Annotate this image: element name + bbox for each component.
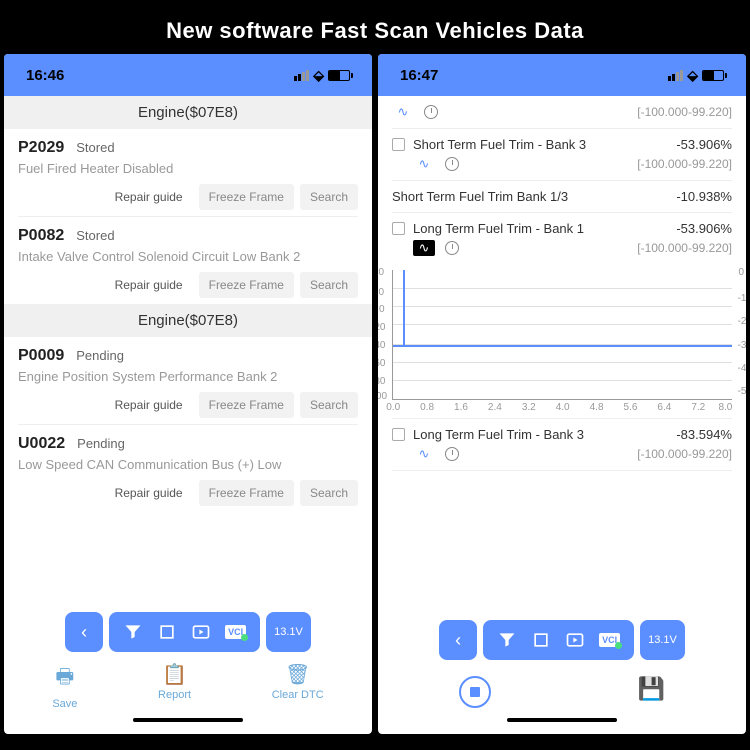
data-range: [-100.000-99.220]: [637, 105, 732, 119]
dtc-status: Stored: [76, 228, 114, 243]
crop-icon[interactable]: [157, 622, 177, 642]
back-button[interactable]: ‹: [439, 620, 477, 660]
param-value: -53.906%: [676, 221, 732, 236]
filter-icon[interactable]: [123, 622, 143, 642]
vci-icon[interactable]: VCI: [599, 633, 620, 647]
save-icon: 🖶: [52, 662, 77, 696]
dtc-item: U0022 Pending Low Speed CAN Communication…: [4, 425, 372, 512]
save-icon[interactable]: 💾: [637, 676, 664, 708]
dtc-desc: Fuel Fired Heater Disabled: [18, 161, 358, 176]
wave-icon[interactable]: ∿: [413, 156, 435, 172]
back-button[interactable]: ‹: [65, 612, 103, 652]
freeze-frame-button[interactable]: Freeze Frame: [199, 392, 294, 418]
checkbox[interactable]: [392, 222, 405, 235]
param-name: Short Term Fuel Trim - Bank 3: [413, 137, 668, 152]
dtc-status: Pending: [76, 348, 124, 363]
status-bar: 16:47 ⬙: [378, 54, 746, 96]
gauge-icon[interactable]: [445, 241, 459, 255]
wifi-icon: ⬙: [687, 67, 698, 84]
dtc-item: P0082 Stored Intake Valve Control Solenoi…: [4, 217, 372, 304]
signal-icon: [294, 70, 309, 81]
repair-guide-button[interactable]: Repair guide: [105, 480, 193, 506]
param-value: -83.594%: [676, 427, 732, 442]
param-value: -10.938%: [676, 189, 732, 204]
data-range: [-100.000-99.220]: [637, 241, 732, 255]
time: 16:47: [400, 67, 438, 84]
freeze-frame-button[interactable]: Freeze Frame: [199, 184, 294, 210]
param-name: Long Term Fuel Trim - Bank 3: [413, 427, 668, 442]
wave-icon[interactable]: ∿: [413, 240, 435, 256]
gauge-icon[interactable]: [445, 157, 459, 171]
phone-left: 16:46 ⬙ Engine($07E8) P2029 Stored Fuel F…: [4, 54, 372, 734]
data-row: Long Term Fuel Trim - Bank 1 -53.906% ∿ …: [378, 213, 746, 264]
filter-icon[interactable]: [497, 630, 517, 650]
time: 16:46: [26, 67, 64, 84]
wave-icon[interactable]: ∿: [392, 104, 414, 120]
dtc-desc: Engine Position System Performance Bank …: [18, 369, 358, 384]
param-name: Long Term Fuel Trim - Bank 1: [413, 221, 668, 236]
section-header: Engine($07E8): [4, 304, 372, 337]
nav-clear[interactable]: 🗑Clear DTC: [272, 662, 324, 710]
repair-guide-button[interactable]: Repair guide: [105, 272, 193, 298]
phone-right: 16:47 ⬙ ∿ [-100.000-99.220] Short Term F…: [378, 54, 746, 734]
gauge-icon[interactable]: [424, 105, 438, 119]
dtc-code: P0009: [18, 347, 64, 365]
dtc-status: Stored: [76, 140, 114, 155]
dtc-code: P0082: [18, 227, 64, 245]
search-button[interactable]: Search: [300, 272, 358, 298]
stop-record-button[interactable]: [459, 676, 491, 708]
voltage-badge: 13.1V: [266, 612, 311, 652]
data-row: Short Term Fuel Trim Bank 1/3 -10.938%: [378, 181, 746, 212]
chart: 40 20 0 -20 -40 -60 -80 -100 0 -10 -20 -…: [392, 270, 732, 400]
nav-save[interactable]: 🖶Save: [52, 662, 77, 710]
search-button[interactable]: Search: [300, 392, 358, 418]
battery-icon: [328, 70, 350, 81]
param-value: -53.906%: [676, 137, 732, 152]
repair-guide-button[interactable]: Repair guide: [105, 392, 193, 418]
crop-icon[interactable]: [531, 630, 551, 650]
home-indicator[interactable]: [507, 718, 617, 722]
voltage-badge: 13.1V: [640, 620, 685, 660]
freeze-frame-button[interactable]: Freeze Frame: [199, 272, 294, 298]
search-button[interactable]: Search: [300, 480, 358, 506]
checkbox[interactable]: [392, 428, 405, 441]
checkbox[interactable]: [392, 138, 405, 151]
dtc-status: Pending: [77, 436, 125, 451]
gauge-icon[interactable]: [445, 447, 459, 461]
signal-icon: [668, 70, 683, 81]
dtc-code: U0022: [18, 435, 65, 453]
status-bar: 16:46 ⬙: [4, 54, 372, 96]
dtc-item: P2029 Stored Fuel Fired Heater Disabled R…: [4, 129, 372, 216]
wave-icon[interactable]: ∿: [413, 446, 435, 462]
wifi-icon: ⬙: [313, 67, 324, 84]
play-icon[interactable]: [565, 630, 585, 650]
tools-pill: VCI: [109, 612, 260, 652]
dtc-desc: Low Speed CAN Communication Bus (+) Low: [18, 457, 358, 472]
tools-pill: VCI: [483, 620, 634, 660]
dtc-code: P2029: [18, 139, 64, 157]
play-icon[interactable]: [191, 622, 211, 642]
search-button[interactable]: Search: [300, 184, 358, 210]
report-icon: 📋: [158, 662, 191, 687]
clear-icon: 🗑: [272, 662, 324, 687]
nav-report[interactable]: 📋Report: [158, 662, 191, 710]
home-indicator[interactable]: [133, 718, 243, 722]
section-header: Engine($07E8): [4, 96, 372, 129]
dtc-item: P0009 Pending Engine Position System Perf…: [4, 337, 372, 424]
page-title: New software Fast Scan Vehicles Data: [0, 0, 750, 54]
dtc-desc: Intake Valve Control Solenoid Circuit Lo…: [18, 249, 358, 264]
data-row: Short Term Fuel Trim - Bank 3 -53.906% ∿…: [378, 129, 746, 180]
battery-icon: [702, 70, 724, 81]
data-range: [-100.000-99.220]: [637, 447, 732, 461]
data-range: [-100.000-99.220]: [637, 157, 732, 171]
freeze-frame-button[interactable]: Freeze Frame: [199, 480, 294, 506]
vci-icon[interactable]: VCI: [225, 625, 246, 639]
param-name: Short Term Fuel Trim Bank 1/3: [392, 189, 668, 204]
repair-guide-button[interactable]: Repair guide: [105, 184, 193, 210]
data-row: Long Term Fuel Trim - Bank 3 -83.594% ∿ …: [378, 419, 746, 470]
